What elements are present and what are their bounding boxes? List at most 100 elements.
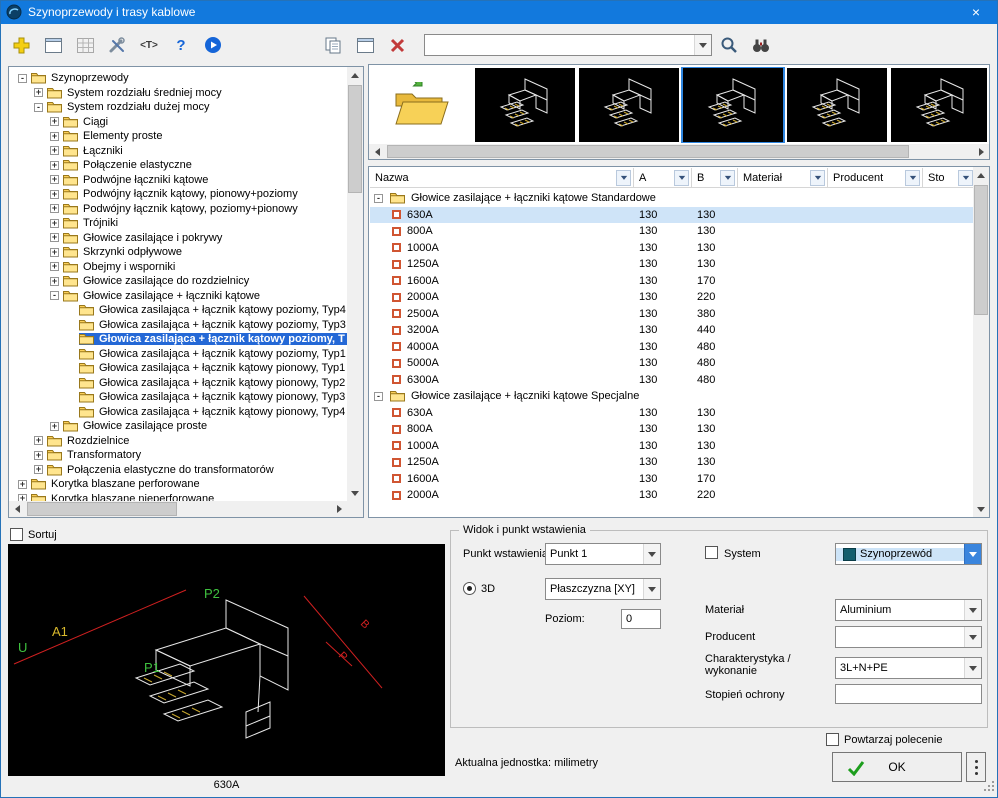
table-row[interactable]: 1250A130130 <box>370 454 973 471</box>
tree-item[interactable]: +Połączenie elastyczne <box>10 158 347 173</box>
tree-item[interactable]: Głowica zasilająca + łącznik kątowy pozi… <box>10 318 347 333</box>
part-checkbox-icon[interactable] <box>392 359 401 368</box>
scrollbar-thumb[interactable] <box>974 185 988 315</box>
list-button[interactable] <box>72 32 98 58</box>
scroll-left-icon[interactable] <box>369 144 385 160</box>
table-row[interactable]: 800A130130 <box>370 421 973 438</box>
table-row[interactable]: 630A130130 <box>370 207 973 224</box>
collapse-icon[interactable]: - <box>374 392 383 401</box>
help-button[interactable]: ? <box>168 32 194 58</box>
tree-item[interactable]: +Podwójny łącznik kątowy, poziomy+pionow… <box>10 202 347 217</box>
table-row[interactable]: 1600A130170 <box>370 273 973 290</box>
thumbnail-scrollbar[interactable] <box>369 144 989 159</box>
table-row[interactable]: 630A130130 <box>370 405 973 422</box>
tree-item[interactable]: +Elementy proste <box>10 129 347 144</box>
tree-item[interactable]: -System rozdziału dużej mocy <box>10 100 347 115</box>
find-button[interactable] <box>748 32 774 58</box>
tree-item[interactable]: +Podwójny łącznik kątowy, pionowy+poziom… <box>10 187 347 202</box>
tree-item[interactable]: Głowica zasilająca + łącznik kątowy pozi… <box>10 303 347 318</box>
part-checkbox-icon[interactable] <box>392 309 401 318</box>
tree-vertical-scrollbar[interactable] <box>347 67 363 501</box>
tree-item[interactable]: +Skrzynki odpływowe <box>10 245 347 260</box>
insertion-point-combobox[interactable]: Punkt 1 <box>545 543 661 565</box>
tree-item[interactable]: +Ciągi <box>10 115 347 130</box>
resize-grip[interactable] <box>983 780 995 795</box>
chevron-down-icon[interactable] <box>964 600 981 620</box>
expand-icon[interactable]: + <box>34 88 43 97</box>
expand-icon[interactable]: + <box>34 436 43 445</box>
tree-horizontal-scrollbar[interactable] <box>9 501 347 517</box>
column-filter-button[interactable] <box>616 170 631 186</box>
part-checkbox-icon[interactable] <box>392 276 401 285</box>
column-filter-button[interactable] <box>674 170 689 186</box>
scrollbar-thumb[interactable] <box>387 145 909 158</box>
tree-item[interactable]: +Łączniki <box>10 144 347 159</box>
material-combobox[interactable]: Aluminium <box>835 599 982 621</box>
column-header[interactable]: Nazwa <box>370 168 634 187</box>
table-row[interactable]: 5000A130480 <box>370 355 973 372</box>
sort-checkbox-row[interactable]: Sortuj <box>10 528 57 541</box>
thumbnail-preview[interactable] <box>579 68 679 142</box>
expand-icon[interactable]: + <box>50 277 59 286</box>
scroll-down-icon[interactable] <box>973 501 989 517</box>
text-style-button[interactable]: <T> <box>136 32 162 58</box>
expand-icon[interactable]: + <box>50 161 59 170</box>
expand-icon[interactable]: + <box>34 465 43 474</box>
table-row[interactable]: 3200A130440 <box>370 322 973 339</box>
tree-item[interactable]: +Głowice zasilające proste <box>10 419 347 434</box>
search-input[interactable] <box>425 35 694 55</box>
chevron-down-icon[interactable] <box>964 544 981 564</box>
tree-item[interactable]: -Głowice zasilające + łączniki kątowe <box>10 289 347 304</box>
table-group-row[interactable]: -Głowice zasilające + łączniki kątowe Sp… <box>370 388 973 405</box>
expand-icon[interactable]: + <box>18 494 27 501</box>
tree-item[interactable]: +Rozdzielnice <box>10 434 347 449</box>
close-icon[interactable]: × <box>954 0 998 24</box>
tree-item[interactable]: +Głowice zasilające do rozdzielnicy <box>10 274 347 289</box>
tree-item[interactable]: -Szynoprzewody <box>10 71 347 86</box>
scroll-right-icon[interactable] <box>331 501 347 517</box>
tools-button[interactable] <box>104 32 130 58</box>
part-checkbox-icon[interactable] <box>392 474 401 483</box>
collapse-icon[interactable]: - <box>50 291 59 300</box>
expand-icon[interactable]: + <box>50 132 59 141</box>
part-checkbox-icon[interactable] <box>392 491 401 500</box>
expand-icon[interactable]: + <box>34 451 43 460</box>
column-header[interactable]: A <box>634 168 692 187</box>
protection-input[interactable] <box>835 684 982 704</box>
chevron-down-icon[interactable] <box>643 579 660 599</box>
table-row[interactable]: 800A130130 <box>370 223 973 240</box>
expand-icon[interactable]: + <box>50 175 59 184</box>
part-checkbox-icon[interactable] <box>392 210 401 219</box>
part-checkbox-icon[interactable] <box>392 458 401 467</box>
table-vertical-scrollbar[interactable] <box>973 167 989 517</box>
scroll-down-icon[interactable] <box>347 485 363 501</box>
scroll-right-icon[interactable] <box>973 144 989 160</box>
collapse-icon[interactable]: - <box>34 103 43 112</box>
ok-button[interactable]: OK <box>832 752 962 782</box>
part-checkbox-icon[interactable] <box>392 375 401 384</box>
view-3d-radio[interactable] <box>463 582 476 595</box>
part-checkbox-icon[interactable] <box>392 227 401 236</box>
column-header[interactable]: Producent <box>828 168 923 187</box>
scroll-up-icon[interactable] <box>347 67 363 83</box>
expand-icon[interactable]: + <box>50 248 59 257</box>
sort-checkbox[interactable] <box>10 528 23 541</box>
add-button[interactable] <box>8 32 34 58</box>
column-filter-button[interactable] <box>958 170 973 186</box>
scrollbar-thumb[interactable] <box>27 502 177 516</box>
zoom-button[interactable] <box>716 32 742 58</box>
collapse-icon[interactable]: - <box>18 74 27 83</box>
table-row[interactable]: 1000A130130 <box>370 438 973 455</box>
part-checkbox-icon[interactable] <box>392 425 401 434</box>
scroll-left-icon[interactable] <box>9 501 25 517</box>
system-checkbox[interactable] <box>705 546 718 559</box>
thumbnail-preview[interactable] <box>787 68 887 142</box>
part-checkbox-icon[interactable] <box>392 293 401 302</box>
expand-icon[interactable]: + <box>50 233 59 242</box>
search-combobox[interactable] <box>424 34 712 56</box>
producer-combobox[interactable] <box>835 626 982 648</box>
form-button[interactable] <box>40 32 66 58</box>
new-sheet-button[interactable] <box>352 32 378 58</box>
expand-icon[interactable]: + <box>50 204 59 213</box>
chevron-down-icon[interactable] <box>964 658 981 678</box>
